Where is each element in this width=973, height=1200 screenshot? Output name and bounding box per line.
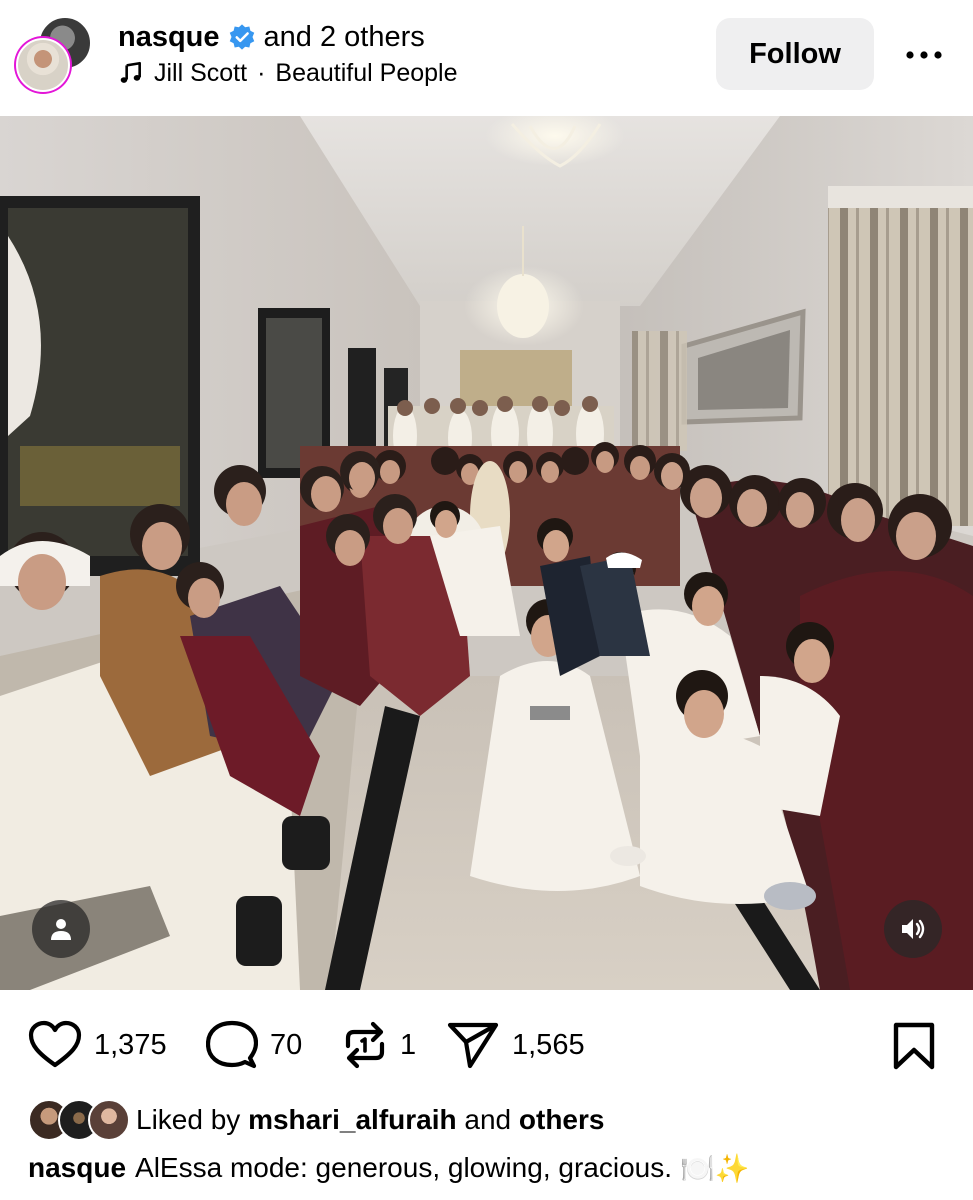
user-tags-button[interactable]: [32, 900, 90, 958]
audio-toggle-button[interactable]: [884, 900, 942, 958]
liked-by-row[interactable]: Liked by mshari_alfuraih and others: [28, 1098, 604, 1142]
group-photo-image: [0, 116, 973, 990]
caption-text: AlEssa mode: generous, glowing, gracious…: [135, 1152, 672, 1183]
caption: nasque AlEssa mode: generous, glowing, g…: [28, 1146, 750, 1190]
more-options-icon[interactable]: [900, 40, 948, 70]
author-avatars[interactable]: [14, 16, 92, 94]
like-action[interactable]: 1,375: [28, 1020, 167, 1070]
likes-count[interactable]: 1,375: [94, 1029, 167, 1062]
audio-track: Beautiful People: [275, 58, 458, 87]
caption-emojis: 🍽️✨: [680, 1151, 750, 1185]
share-action[interactable]: 1,565: [446, 1020, 585, 1070]
comment-action[interactable]: 70: [206, 1020, 302, 1070]
repost-icon[interactable]: [342, 1020, 388, 1070]
coauthors-link[interactable]: and 2 others: [264, 21, 425, 54]
reposts-count[interactable]: 1: [400, 1029, 416, 1062]
liked-by-others-link[interactable]: others: [519, 1104, 605, 1136]
liked-by-prefix: Liked by: [136, 1104, 241, 1135]
author-username[interactable]: nasque: [118, 21, 220, 54]
story-ring[interactable]: [14, 36, 72, 94]
caption-username[interactable]: nasque: [28, 1152, 126, 1184]
comments-count[interactable]: 70: [270, 1029, 302, 1062]
audio-attribution[interactable]: Jill Scott · Beautiful People: [118, 56, 458, 90]
audio-separator: ·: [257, 58, 266, 87]
action-bar: 1,375 70 1 1,565: [0, 1010, 973, 1080]
repost-action[interactable]: 1: [342, 1020, 416, 1070]
author-line: nasque and 2 others: [118, 18, 425, 56]
music-note-icon: [120, 61, 141, 83]
first-liker-username[interactable]: mshari_alfuraih: [248, 1104, 457, 1136]
liker-avatars[interactable]: [28, 1099, 130, 1141]
shares-count[interactable]: 1,565: [512, 1029, 585, 1062]
audio-artist: Jill Scott: [154, 58, 248, 87]
heart-icon[interactable]: [28, 1020, 82, 1070]
person-icon: [51, 919, 71, 940]
liker-avatar[interactable]: [88, 1099, 130, 1141]
post-header: nasque and 2 others Jill Scott · Beautif…: [0, 0, 973, 116]
share-icon[interactable]: [446, 1020, 500, 1070]
follow-button[interactable]: Follow: [716, 18, 874, 90]
author-avatar[interactable]: [16, 38, 70, 92]
post-photo[interactable]: [0, 116, 973, 990]
comment-icon[interactable]: [206, 1020, 258, 1070]
liked-by-connector: and: [464, 1104, 512, 1135]
speaker-icon: [902, 919, 925, 939]
bookmark-icon[interactable]: [892, 1022, 936, 1070]
verified-badge-icon: [229, 24, 254, 50]
